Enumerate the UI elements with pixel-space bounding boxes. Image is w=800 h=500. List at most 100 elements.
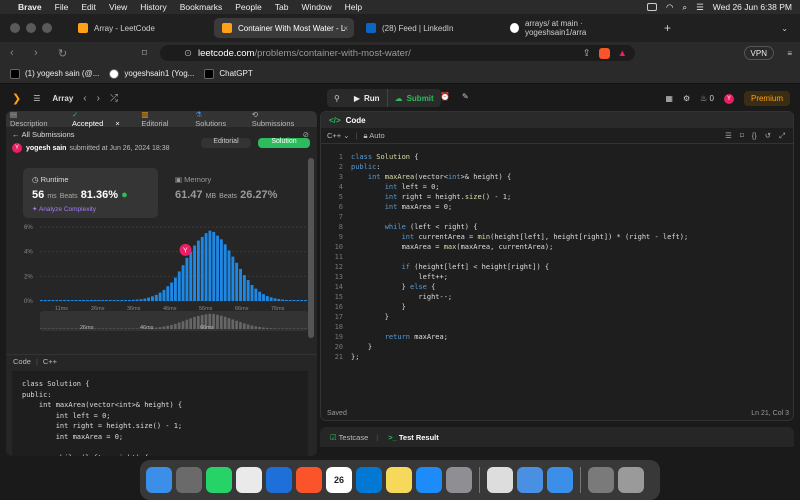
screen-icon[interactable] xyxy=(646,3,657,11)
menu-tab[interactable]: Tab xyxy=(275,2,289,12)
browser-menu-icon[interactable]: ≡ xyxy=(787,49,792,58)
search-icon[interactable]: ⌕ xyxy=(682,2,687,13)
menu-window[interactable]: Window xyxy=(301,2,331,12)
code-line[interactable]: public: xyxy=(351,163,381,171)
menu-bookmarks[interactable]: Bookmarks xyxy=(180,2,223,12)
bookmark-x[interactable]: (1) yogesh sain (@... xyxy=(10,68,99,79)
dock-trash-icon[interactable] xyxy=(618,467,644,493)
menu-view[interactable]: View xyxy=(109,2,127,12)
code-line[interactable]: return maxArea; xyxy=(351,333,448,341)
tab-linkedin[interactable]: (28) Feed | LinkedIn xyxy=(358,18,498,38)
tab-search-icon[interactable]: ⌄ xyxy=(781,24,788,33)
code-line[interactable]: } else { xyxy=(351,283,436,291)
dock-finder-icon[interactable] xyxy=(146,467,172,493)
shuffle-icon[interactable]: ⤮ xyxy=(110,93,118,104)
dock-vscode-icon[interactable] xyxy=(356,467,382,493)
share-icon[interactable]: ⇪ xyxy=(583,48,591,59)
menu-help[interactable]: Help xyxy=(345,2,362,12)
code-line[interactable]: class Solution { xyxy=(351,153,418,161)
brave-rewards-icon[interactable]: ▲ xyxy=(618,48,627,59)
tab-submissions[interactable]: ⟲ Submissions xyxy=(252,111,307,128)
code-line[interactable]: while (left < right) { xyxy=(351,223,478,231)
timer-icon[interactable]: ⏰ xyxy=(440,92,450,101)
menu-history[interactable]: History xyxy=(140,2,166,12)
code-line[interactable]: } xyxy=(351,303,406,311)
clock[interactable]: Wed 26 Jun 6:38 PM xyxy=(713,2,792,12)
dock-screen-icon[interactable] xyxy=(266,467,292,493)
prev-problem-icon[interactable]: ‹ xyxy=(83,93,86,104)
tab-array-leetcode[interactable]: Array - LeetCode xyxy=(70,18,210,38)
fullscreen-icon[interactable]: ⤢ xyxy=(779,131,785,141)
tab-github[interactable]: arrays/ at main · yogeshsain1/arra xyxy=(502,18,642,38)
reload-icon[interactable]: ↻ xyxy=(58,47,72,60)
dock-whatsapp-icon[interactable] xyxy=(206,467,232,493)
dock-launchpad-icon[interactable] xyxy=(176,467,202,493)
code-line[interactable]: int maxArea(vector<int>& height) { xyxy=(351,173,511,181)
code-line[interactable]: left++; xyxy=(351,273,448,281)
code-line[interactable]: } xyxy=(351,343,372,351)
analyze-complexity-link[interactable]: ✦ Analyze Complexity xyxy=(32,205,149,213)
code-line[interactable]: int left = 0; xyxy=(351,183,440,191)
tab-test-result[interactable]: >_ Test Result xyxy=(388,433,439,442)
premium-button[interactable]: Premium xyxy=(743,91,790,106)
memory-card[interactable]: ▣ Memory 61.47 MB Beats 26.27% xyxy=(166,168,301,218)
vpn-button[interactable]: VPN xyxy=(743,46,774,60)
language-select[interactable]: C++ ⌄ xyxy=(327,131,350,140)
code-line[interactable]: right--; xyxy=(351,293,452,301)
close-tab-icon[interactable]: × xyxy=(115,119,119,128)
back-icon[interactable]: ‹ xyxy=(10,47,24,59)
brackets-icon[interactable]: {} xyxy=(752,131,757,141)
close-window-button[interactable] xyxy=(10,23,20,33)
notes-icon[interactable]: ✎ xyxy=(462,92,469,101)
dock-folder-icon[interactable] xyxy=(588,467,614,493)
tab-accepted[interactable]: ✓ Accepted × xyxy=(72,111,131,128)
submission-user[interactable]: yogesh sain xyxy=(26,145,66,152)
code-line[interactable]: maxArea = max(maxArea, currentArea); xyxy=(351,243,554,251)
code-editor[interactable]: 1 class Solution {2 public: 3 int maxArea(v… xyxy=(321,148,793,408)
bookmark-icon[interactable]: ⌑ xyxy=(142,48,147,59)
dock-chrome-icon[interactable] xyxy=(236,467,262,493)
menu-edit[interactable]: Edit xyxy=(81,2,96,12)
bookmark-github[interactable]: yogeshsain1 (Yog... xyxy=(109,68,194,79)
wifi-icon[interactable]: ◠ xyxy=(666,2,673,13)
dock-appstore-icon[interactable] xyxy=(416,467,442,493)
reset-icon[interactable]: ↺ xyxy=(765,131,771,141)
debug-icon[interactable]: ⚲ xyxy=(327,89,347,107)
dock-mail-icon[interactable] xyxy=(547,467,573,493)
code-line[interactable]: }; xyxy=(351,353,359,361)
code-line[interactable]: int right = height.size() - 1; xyxy=(351,193,511,201)
problem-list-icon[interactable]: ☰ xyxy=(33,94,40,103)
code-line[interactable]: int maxArea = 0; xyxy=(351,203,452,211)
menu-people[interactable]: People xyxy=(235,2,261,12)
menu-app[interactable]: Brave xyxy=(18,2,42,12)
address-bar[interactable]: ⌑ ⊙ leetcode.com/problems/container-with… xyxy=(142,45,635,61)
runtime-card[interactable]: ◷ Runtime 56 ms Beats 81.36% ● ✦ Analyze… xyxy=(23,168,158,218)
tab-testcase[interactable]: ☑ Testcase xyxy=(330,433,368,442)
code-line[interactable]: } xyxy=(351,313,389,321)
tab-solutions[interactable]: ⚗ Solutions xyxy=(195,111,242,128)
auto-toggle[interactable]: 🔒︎ Auto xyxy=(364,131,385,141)
control-center-icon[interactable]: ☰ xyxy=(696,2,704,13)
editorial-button[interactable]: Editorial xyxy=(201,138,251,148)
tab-editorial[interactable]: ▥ Editorial xyxy=(141,111,185,128)
run-button[interactable]: ▶ Run xyxy=(347,89,387,107)
layout-icon[interactable]: ▦ xyxy=(665,94,673,103)
tab-container-with-most-water[interactable]: Container With Most Water - L × xyxy=(214,18,354,38)
dock-calendar-icon[interactable]: 26 xyxy=(326,467,352,493)
code-line[interactable]: int currentArea = min(height[left], heig… xyxy=(351,233,689,241)
close-tab-icon[interactable]: × xyxy=(343,24,348,33)
settings-icon[interactable]: ⚙ xyxy=(683,94,690,103)
menu-file[interactable]: File xyxy=(55,2,69,12)
streak[interactable]: ♨ 0 xyxy=(700,94,714,103)
bookmark-chatgpt[interactable]: ChatGPT xyxy=(204,68,253,79)
new-tab-icon[interactable]: + xyxy=(664,21,671,35)
solution-button[interactable]: Solution xyxy=(258,138,310,148)
runtime-distribution-chart[interactable]: 6%4%2%0%11ms 26ms 36ms 46ms 56ms 66ms 76msY26m… xyxy=(12,223,312,343)
zoom-window-button[interactable] xyxy=(42,23,52,33)
leetcode-logo-icon[interactable]: ❯ xyxy=(12,92,21,105)
bookmark-icon[interactable]: ⌑ xyxy=(740,131,744,141)
notes-icon[interactable]: ☰ xyxy=(725,131,732,141)
brave-shield-icon[interactable] xyxy=(598,47,610,59)
dock-preview-icon[interactable] xyxy=(517,467,543,493)
forward-icon[interactable]: › xyxy=(34,47,48,59)
